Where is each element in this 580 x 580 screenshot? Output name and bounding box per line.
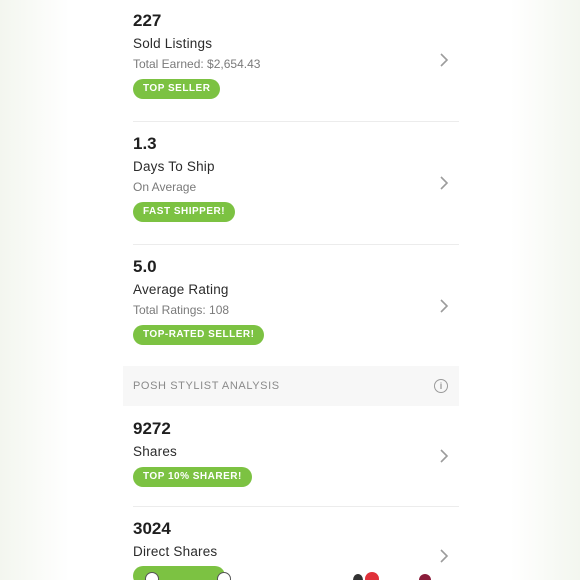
- total-ratings-text: Total Ratings: 108: [133, 303, 230, 317]
- posh-stylist-analysis-header: POSH STYLIST ANALYSIS i: [123, 366, 459, 406]
- chevron-right-icon: [440, 449, 449, 463]
- top-rated-seller-badge: TOP-RATED SELLER!: [133, 325, 265, 345]
- direct-shares-count: 3024: [133, 519, 171, 538]
- section-title: POSH STYLIST ANALYSIS: [133, 380, 280, 392]
- sold-listings-count: 227: [133, 11, 162, 30]
- days-to-ship-title: Days To Ship: [133, 159, 215, 174]
- nav-icon[interactable]: [353, 574, 363, 580]
- nav-icon[interactable]: [217, 572, 231, 580]
- chevron-right-icon: [440, 549, 449, 563]
- on-average-text: On Average: [133, 180, 197, 194]
- notification-badge: [365, 572, 379, 580]
- shares-title: Shares: [133, 444, 177, 459]
- fast-shipper-badge: FAST SHIPPER!: [133, 202, 236, 222]
- divider: [133, 506, 459, 507]
- shares-row[interactable]: 9272 Shares TOP 10% SHARER!: [123, 418, 459, 506]
- divider: [133, 244, 459, 245]
- average-rating-row[interactable]: 5.0 Average Rating Total Ratings: 108 TO…: [123, 256, 459, 366]
- sold-listings-row[interactable]: 227 Sold Listings Total Earned: $2,654.4…: [123, 10, 459, 120]
- nav-icon[interactable]: [145, 572, 159, 580]
- total-earned-text: Total Earned: $2,654.43: [133, 57, 261, 71]
- direct-shares-title: Direct Shares: [133, 544, 218, 559]
- days-to-ship-value: 1.3: [133, 134, 157, 153]
- shares-count: 9272: [133, 419, 171, 438]
- direct-shares-row[interactable]: 3024 Direct Shares: [123, 518, 459, 580]
- info-icon[interactable]: i: [434, 379, 448, 393]
- chevron-right-icon: [440, 53, 449, 67]
- avatar[interactable]: [419, 574, 431, 580]
- seller-stats-panel: 227 Sold Listings Total Earned: $2,654.4…: [123, 0, 459, 580]
- top-seller-badge: TOP SELLER: [133, 79, 221, 99]
- days-to-ship-row[interactable]: 1.3 Days To Ship On Average FAST SHIPPER…: [123, 133, 459, 243]
- divider: [133, 121, 459, 122]
- sold-listings-title: Sold Listings: [133, 36, 213, 51]
- top-sharer-badge: TOP 10% SHARER!: [133, 467, 252, 487]
- chevron-right-icon: [440, 176, 449, 190]
- average-rating-value: 5.0: [133, 257, 157, 276]
- average-rating-title: Average Rating: [133, 282, 229, 297]
- chevron-right-icon: [440, 299, 449, 313]
